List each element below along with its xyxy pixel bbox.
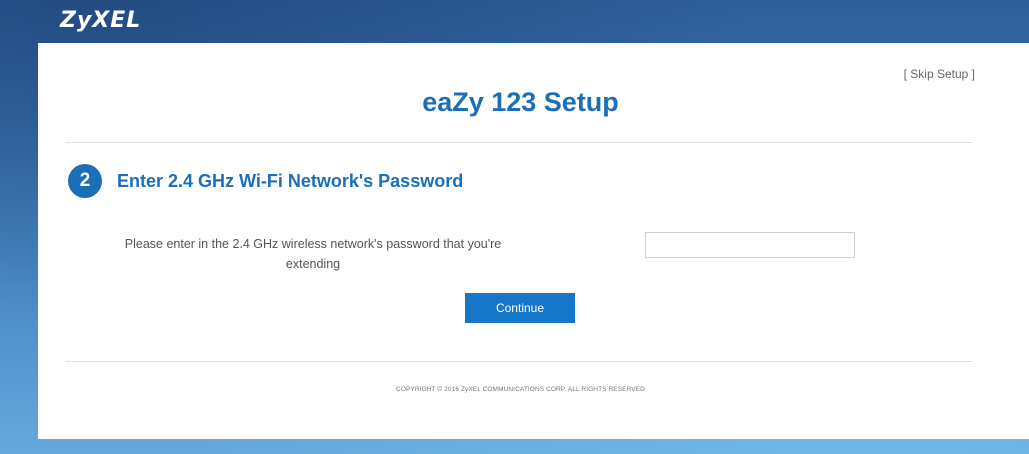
zyxel-logo: ZyXEL [60, 8, 142, 33]
copyright-text: COPYRIGHT © 2016 ZyXEL COMMUNICATIONS CO… [396, 386, 645, 393]
bottom-divider [66, 361, 973, 362]
page-title: eaZy 123 Setup [422, 87, 619, 117]
top-divider [66, 142, 973, 143]
password-input[interactable] [645, 232, 855, 258]
password-prompt-line1: Please enter in the 2.4 GHz wireless net… [124, 237, 502, 251]
password-prompt: Please enter in the 2.4 GHz wireless net… [78, 234, 548, 274]
skip-setup-link[interactable]: [ Skip Setup ] [904, 67, 975, 81]
step-title: Enter 2.4 GHz Wi-Fi Network's Password [117, 170, 464, 191]
step-number-badge: 2 [68, 164, 102, 198]
setup-panel: [ Skip Setup ] eaZy 123 Setup 2 Enter 2.… [38, 43, 1029, 439]
step-header: 2 Enter 2.4 GHz Wi-Fi Network's Password [68, 164, 463, 198]
password-prompt-line2: extending [285, 257, 341, 271]
continue-button[interactable]: Continue [465, 293, 575, 323]
